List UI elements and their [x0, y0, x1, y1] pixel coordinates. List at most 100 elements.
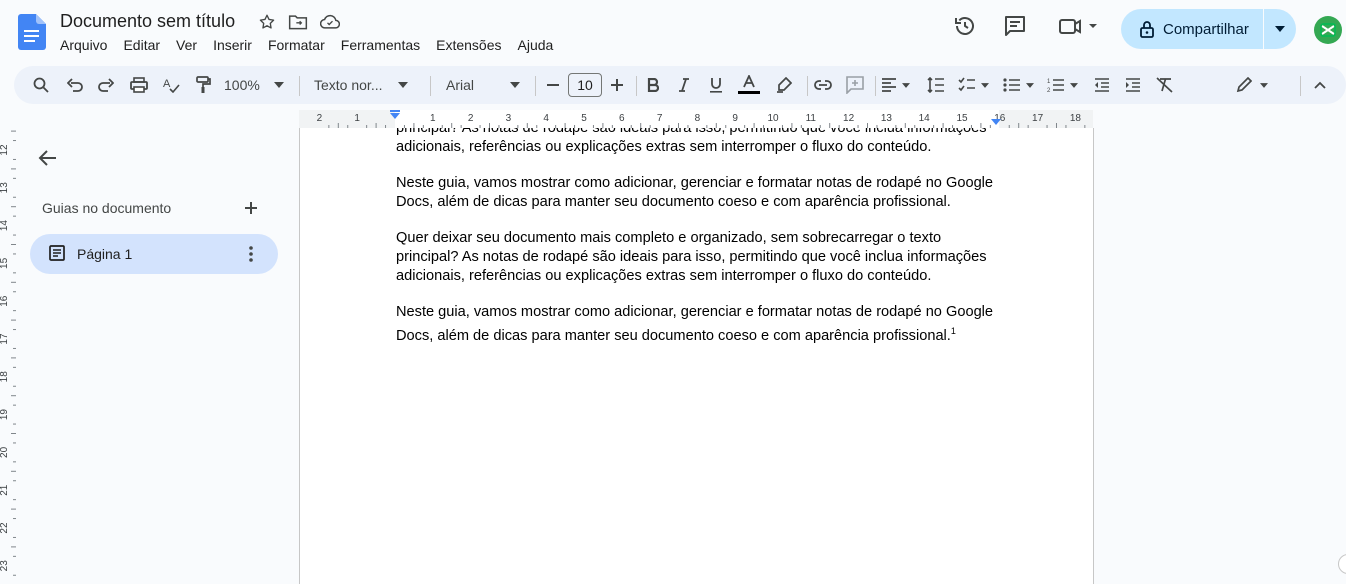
meet-icon[interactable]: [1058, 14, 1102, 43]
add-tab-icon[interactable]: [241, 198, 261, 218]
horizontal-ruler[interactable]: 2 1 1 2 3 4 5 6 7 8 9 10 11 12 13 14 15 16 17 18: [299, 110, 1093, 128]
docs-logo-icon[interactable]: [18, 14, 46, 50]
bold-icon[interactable]: [642, 66, 664, 104]
ruler-label: 10: [767, 113, 779, 124]
document-tab-icon: [48, 244, 66, 267]
indent-increase-icon[interactable]: [1121, 66, 1145, 104]
edit-mode-icon[interactable]: [1236, 66, 1278, 104]
footnote-reference[interactable]: 1: [951, 326, 956, 336]
first-line-indent-icon[interactable]: [390, 110, 400, 112]
paragraph[interactable]: principal? As notas de rodapé são ideais…: [396, 128, 1006, 157]
ruler-label: 1: [354, 113, 360, 124]
ruler-margin: [299, 110, 395, 128]
ruler-label: 19: [0, 409, 10, 421]
ruler-label: 16: [0, 295, 10, 307]
ruler-label: 4: [543, 113, 549, 124]
clear-format-icon[interactable]: [1153, 66, 1177, 104]
indent-decrease-icon[interactable]: [1090, 66, 1114, 104]
style-value: Texto nor...: [314, 77, 383, 93]
ruler-background: [0, 128, 16, 584]
print-icon[interactable]: [126, 66, 152, 104]
document-page[interactable]: principal? As notas de rodapé são ideais…: [299, 128, 1094, 584]
chevron-down-icon: [981, 82, 989, 88]
ruler-label: 15: [956, 113, 968, 124]
paragraph[interactable]: Neste guia, vamos mostrar como adicionar…: [396, 303, 1006, 346]
italic-icon[interactable]: [673, 66, 695, 104]
comment-add-icon[interactable]: [843, 66, 867, 104]
bullet-list-icon[interactable]: [1003, 66, 1039, 104]
ruler-label: 1: [430, 113, 436, 124]
link-icon[interactable]: [811, 66, 835, 104]
tab-pagina-1[interactable]: Página 1: [30, 234, 278, 274]
ruler-label: 5: [581, 113, 587, 124]
ruler-label: 13: [881, 113, 893, 124]
menu-bar: Arquivo Editar Ver Inserir Formatar Ferr…: [60, 37, 569, 53]
chevron-down-icon: [1070, 82, 1078, 88]
lock-icon: [1140, 21, 1154, 38]
spellcheck-icon[interactable]: A: [158, 66, 184, 104]
ruler-label: 17: [0, 333, 10, 345]
decrease-font-size-icon[interactable]: [543, 66, 563, 104]
scroll-button[interactable]: [1338, 554, 1346, 574]
ruler-label: 11: [806, 113, 817, 124]
menu-ajuda[interactable]: Ajuda: [518, 37, 562, 53]
menu-arquivo[interactable]: Arquivo: [60, 37, 115, 53]
zoom-value: 100%: [224, 77, 260, 93]
ruler-label: 7: [657, 113, 663, 124]
svg-text:A: A: [163, 78, 171, 90]
menu-ver[interactable]: Ver: [176, 37, 205, 53]
paragraph-style-select[interactable]: Texto nor...: [314, 66, 418, 104]
cloud-saved-icon[interactable]: [320, 12, 340, 32]
move-folder-icon[interactable]: [288, 12, 308, 32]
highlight-icon[interactable]: [772, 66, 796, 104]
menu-inserir[interactable]: Inserir: [213, 37, 260, 53]
paragraph[interactable]: Quer deixar seu documento mais completo …: [396, 229, 1006, 287]
comments-icon[interactable]: [1003, 14, 1027, 43]
ruler-label: 18: [0, 371, 10, 383]
version-history-icon[interactable]: [953, 14, 977, 43]
line-spacing-icon[interactable]: [924, 66, 948, 104]
ruler-label: 13: [0, 182, 10, 194]
toolbar-divider: [875, 76, 876, 96]
collapse-icon[interactable]: [1308, 66, 1332, 104]
ruler-label: 18: [1070, 113, 1082, 124]
redo-icon[interactable]: [93, 66, 119, 104]
underline-icon[interactable]: [705, 66, 727, 104]
share-button[interactable]: Compartilhar: [1121, 9, 1263, 49]
ruler-label: 14: [919, 113, 931, 124]
share-dropdown-button[interactable]: [1264, 9, 1296, 49]
menu-extensoes[interactable]: Extensões: [436, 37, 509, 53]
back-arrow-icon[interactable]: [36, 146, 60, 170]
paragraph[interactable]: Neste guia, vamos mostrar como adicionar…: [396, 174, 1006, 212]
toolbar-divider: [535, 76, 536, 96]
paragraph-text: Neste guia, vamos mostrar como adicionar…: [396, 304, 994, 345]
chevron-down-icon: [902, 82, 910, 88]
increase-font-size-icon[interactable]: [607, 66, 627, 104]
paint-format-icon[interactable]: [190, 66, 216, 104]
font-select[interactable]: Arial: [446, 66, 524, 104]
menu-editar[interactable]: Editar: [123, 37, 168, 53]
undo-icon[interactable]: [62, 66, 88, 104]
star-icon[interactable]: [257, 12, 277, 32]
numbered-list-icon[interactable]: 12: [1047, 66, 1083, 104]
svg-text:1: 1: [1047, 79, 1051, 85]
align-icon[interactable]: [881, 66, 917, 104]
ruler-label: 20: [0, 446, 10, 458]
font-size-input[interactable]: 10: [568, 73, 602, 97]
avatar[interactable]: [1314, 16, 1342, 44]
text-color-icon[interactable]: [737, 66, 761, 104]
toolbar-divider: [636, 76, 637, 96]
menu-formatar[interactable]: Formatar: [268, 37, 333, 53]
svg-text:2: 2: [1047, 88, 1051, 93]
search-icon[interactable]: [28, 66, 54, 104]
checklist-icon[interactable]: [958, 66, 994, 104]
share-label: Compartilhar: [1163, 20, 1249, 38]
ruler-label: 15: [0, 257, 10, 269]
more-options-icon[interactable]: [242, 244, 260, 269]
chevron-down-icon: [273, 82, 284, 88]
ruler-label: 6: [619, 113, 625, 124]
vertical-ruler[interactable]: 12 13 14 15 16 17 18 19 20 21 22 23: [0, 128, 16, 584]
menu-ferramentas[interactable]: Ferramentas: [341, 37, 428, 53]
document-title[interactable]: Documento sem título: [60, 11, 235, 32]
zoom-select[interactable]: 100%: [224, 66, 286, 104]
